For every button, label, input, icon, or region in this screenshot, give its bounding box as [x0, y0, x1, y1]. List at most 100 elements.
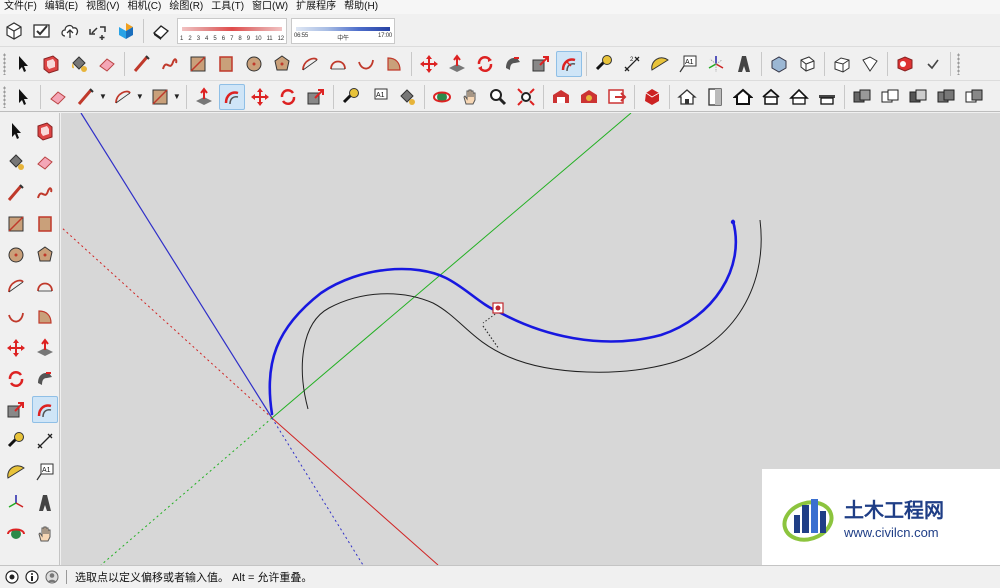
scale-icon[interactable]	[3, 396, 29, 423]
orbit-icon[interactable]	[429, 84, 455, 110]
house-roof-icon[interactable]	[814, 84, 840, 110]
pan-icon[interactable]	[457, 84, 483, 110]
chevron-down-icon[interactable]: ▼	[136, 92, 144, 101]
make-component-icon[interactable]	[32, 117, 58, 144]
three-point-arc-icon[interactable]	[3, 303, 29, 330]
freehand-icon[interactable]	[32, 179, 58, 206]
scale-icon[interactable]	[528, 51, 554, 77]
polygon-icon[interactable]	[32, 241, 58, 268]
link-plus-icon[interactable]	[85, 18, 111, 44]
protractor-icon[interactable]	[647, 51, 673, 77]
curve-endpoint[interactable]	[730, 219, 736, 225]
cloud-upload-icon[interactable]	[57, 18, 83, 44]
polygon-icon[interactable]	[269, 51, 295, 77]
offset-icon[interactable]	[32, 396, 58, 423]
extension-warehouse-icon[interactable]	[576, 84, 602, 110]
rotate-icon[interactable]	[275, 84, 301, 110]
ruby-icon[interactable]	[639, 84, 665, 110]
menu-camera[interactable]: 相机(C)	[123, 0, 165, 14]
component-icon[interactable]	[1, 18, 27, 44]
tape-measure-icon[interactable]	[3, 427, 29, 454]
orbit-icon[interactable]	[3, 520, 29, 547]
shadow-time-slider[interactable]: 06:55 中午 17:00	[291, 17, 395, 44]
pie-icon[interactable]	[381, 51, 407, 77]
3d-text-icon[interactable]	[32, 489, 58, 516]
eraser-icon[interactable]	[94, 51, 120, 77]
more-icon[interactable]	[920, 51, 946, 77]
zoom-icon[interactable]	[485, 84, 511, 110]
selected-curve[interactable]	[268, 219, 738, 416]
offset-icon[interactable]	[218, 83, 245, 110]
front-view-icon[interactable]	[829, 51, 855, 77]
arc-icon[interactable]	[3, 272, 29, 299]
check-icon[interactable]	[29, 18, 55, 44]
scale-icon[interactable]	[303, 84, 329, 110]
circle-icon[interactable]	[241, 51, 267, 77]
rectangle-icon[interactable]	[147, 84, 173, 110]
shadow-date-slider[interactable]: 1 2 3 4 5 6 7 8 9 10 11 12	[177, 17, 287, 44]
tape-measure-icon[interactable]	[338, 84, 364, 110]
move-icon[interactable]	[416, 51, 442, 77]
axes-icon[interactable]	[703, 51, 729, 77]
menu-draw[interactable]: 绘图(R)	[165, 0, 207, 14]
pie-slice-icon[interactable]	[32, 303, 58, 330]
freehand-icon[interactable]	[157, 51, 183, 77]
dimension-icon[interactable]	[32, 427, 58, 454]
eraser-large-icon[interactable]	[148, 18, 174, 44]
zoom-extents-icon[interactable]	[513, 84, 539, 110]
follow-me-icon[interactable]	[500, 51, 526, 77]
warehouse-icon[interactable]	[548, 84, 574, 110]
solid-outer-shell-icon[interactable]	[961, 84, 987, 110]
rotate-icon[interactable]	[472, 51, 498, 77]
extension-box-icon[interactable]	[892, 51, 918, 77]
offset-icon[interactable]	[556, 51, 582, 77]
credits-icon[interactable]	[24, 569, 40, 585]
toolbar-grip-icon[interactable]	[3, 53, 6, 75]
menu-tools[interactable]: 工具(T)	[207, 0, 248, 14]
line-icon[interactable]	[3, 179, 29, 206]
chevron-down-icon[interactable]: ▼	[173, 92, 181, 101]
push-pull-icon[interactable]	[32, 334, 58, 361]
chevron-down-icon[interactable]: ▼	[99, 92, 107, 101]
menu-window[interactable]: 窗口(W)	[248, 0, 292, 14]
user-account-icon[interactable]	[44, 569, 60, 585]
text-icon[interactable]: A1	[32, 458, 58, 485]
toolbar-grip-icon[interactable]	[957, 53, 960, 75]
solid-union-icon[interactable]	[849, 84, 875, 110]
paint-bucket-icon[interactable]	[394, 84, 420, 110]
pie-icon[interactable]	[32, 272, 58, 299]
axes-icon[interactable]	[3, 489, 29, 516]
house-outline-icon[interactable]	[730, 84, 756, 110]
protractor-icon[interactable]	[3, 458, 29, 485]
text-icon[interactable]: A1	[366, 84, 392, 110]
move-icon[interactable]	[247, 84, 273, 110]
two-point-arc-icon[interactable]	[325, 51, 351, 77]
eraser-icon[interactable]	[32, 148, 58, 175]
circle-icon[interactable]	[3, 241, 29, 268]
follow-me-icon[interactable]	[32, 365, 58, 392]
tape-measure-icon[interactable]	[591, 51, 617, 77]
house-outline-3-icon[interactable]	[786, 84, 812, 110]
send-to-layout-icon[interactable]	[604, 84, 630, 110]
pan-icon[interactable]	[32, 520, 58, 547]
extension-icon[interactable]	[113, 18, 139, 44]
make-component-icon[interactable]	[38, 51, 64, 77]
select-icon[interactable]	[3, 117, 29, 144]
house-outline-2-icon[interactable]	[758, 84, 784, 110]
select-icon[interactable]	[10, 51, 36, 77]
move-icon[interactable]	[3, 334, 29, 361]
push-pull-icon[interactable]	[444, 51, 470, 77]
pencil-icon[interactable]	[73, 84, 99, 110]
rotate-icon[interactable]	[3, 365, 29, 392]
right-view-icon[interactable]	[857, 51, 883, 77]
offset-curve[interactable]	[301, 219, 762, 410]
menu-extensions[interactable]: 扩展程序	[292, 0, 340, 14]
arc-icon[interactable]	[297, 51, 323, 77]
select-icon[interactable]	[10, 84, 36, 110]
rotated-rectangle-icon[interactable]	[32, 210, 58, 237]
rotated-rectangle-icon[interactable]	[213, 51, 239, 77]
rectangle-icon[interactable]	[185, 51, 211, 77]
solid-trim-icon[interactable]	[905, 84, 931, 110]
3d-text-icon[interactable]	[731, 51, 757, 77]
three-point-arc-icon[interactable]	[353, 51, 379, 77]
